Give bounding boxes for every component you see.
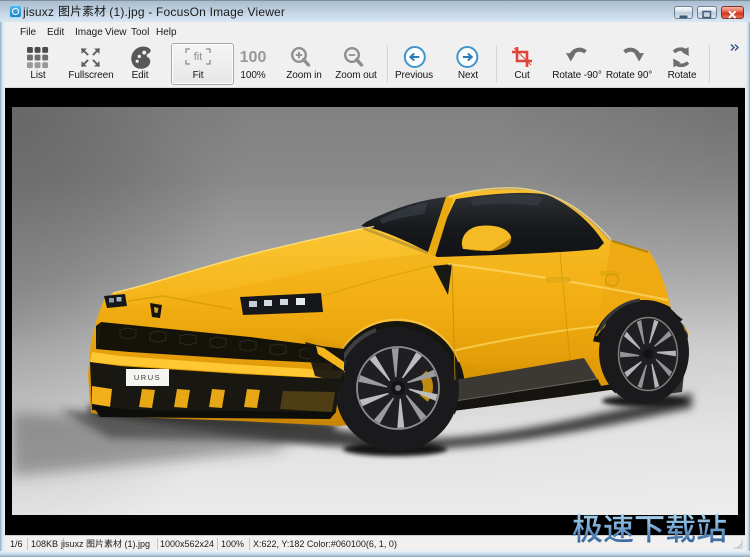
svg-text:URUS: URUS: [134, 373, 161, 382]
svg-text:fit: fit: [194, 51, 203, 63]
svg-text:100: 100: [240, 49, 267, 66]
